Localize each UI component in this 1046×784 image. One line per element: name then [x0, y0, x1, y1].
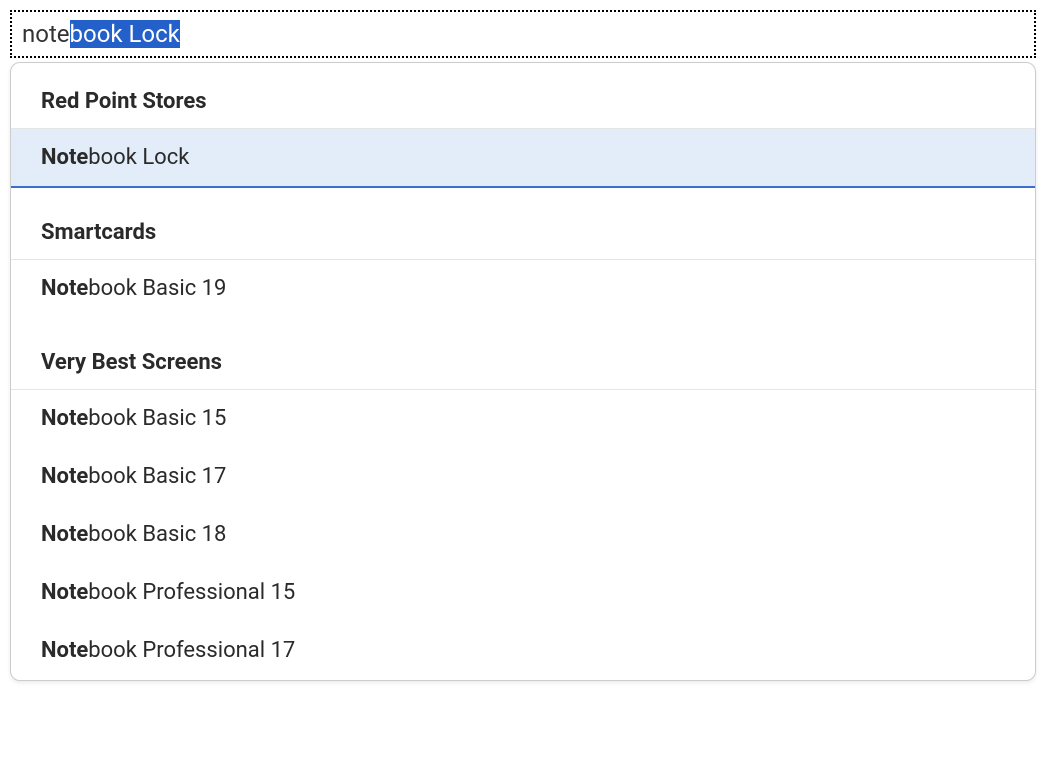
- suggestion-group: Very Best Screens Notebook Basic 15 Note…: [11, 318, 1035, 680]
- suggestion-group: Red Point Stores Notebook Lock: [11, 63, 1035, 188]
- suggestion-item[interactable]: Notebook Basic 19: [11, 260, 1035, 318]
- match-text: Note: [41, 580, 88, 605]
- group-items: Notebook Basic 19: [11, 259, 1035, 318]
- suggestion-item[interactable]: Notebook Basic 15: [11, 390, 1035, 448]
- suggestion-item[interactable]: Notebook Professional 15: [11, 564, 1035, 622]
- rest-text: book Basic 17: [88, 464, 226, 489]
- match-text: Note: [41, 522, 88, 547]
- group-header: Red Point Stores: [11, 63, 1035, 128]
- rest-text: book Basic 18: [88, 522, 226, 547]
- group-items: Notebook Lock: [11, 128, 1035, 188]
- suggestion-item[interactable]: Notebook Basic 17: [11, 448, 1035, 506]
- group-header: Smartcards: [11, 188, 1035, 259]
- match-text: Note: [41, 276, 88, 301]
- rest-text: book Professional 15: [88, 580, 295, 605]
- autocomplete-dropdown: Red Point Stores Notebook Lock Smartcard…: [10, 62, 1036, 681]
- rest-text: book Basic 19: [88, 276, 226, 301]
- autocomplete-container: notebook Lock Red Point Stores Notebook …: [10, 10, 1036, 58]
- match-text: Note: [41, 464, 88, 489]
- search-input-text: notebook Lock: [22, 20, 180, 48]
- selected-completion-text: book Lock: [70, 20, 180, 48]
- suggestion-item[interactable]: Notebook Basic 18: [11, 506, 1035, 564]
- suggestion-group: Smartcards Notebook Basic 19: [11, 188, 1035, 318]
- rest-text: book Basic 15: [88, 406, 226, 431]
- match-text: Note: [41, 638, 88, 663]
- rest-text: book Professional 17: [88, 638, 295, 663]
- rest-text: book Lock: [88, 145, 189, 170]
- suggestion-item[interactable]: Notebook Lock: [11, 129, 1035, 188]
- match-text: Note: [41, 145, 88, 170]
- match-text: Note: [41, 406, 88, 431]
- group-items: Notebook Basic 15 Notebook Basic 17 Note…: [11, 389, 1035, 680]
- typed-text: note: [22, 20, 70, 48]
- suggestion-item[interactable]: Notebook Professional 17: [11, 622, 1035, 680]
- group-header: Very Best Screens: [11, 318, 1035, 389]
- search-input[interactable]: notebook Lock: [10, 10, 1036, 58]
